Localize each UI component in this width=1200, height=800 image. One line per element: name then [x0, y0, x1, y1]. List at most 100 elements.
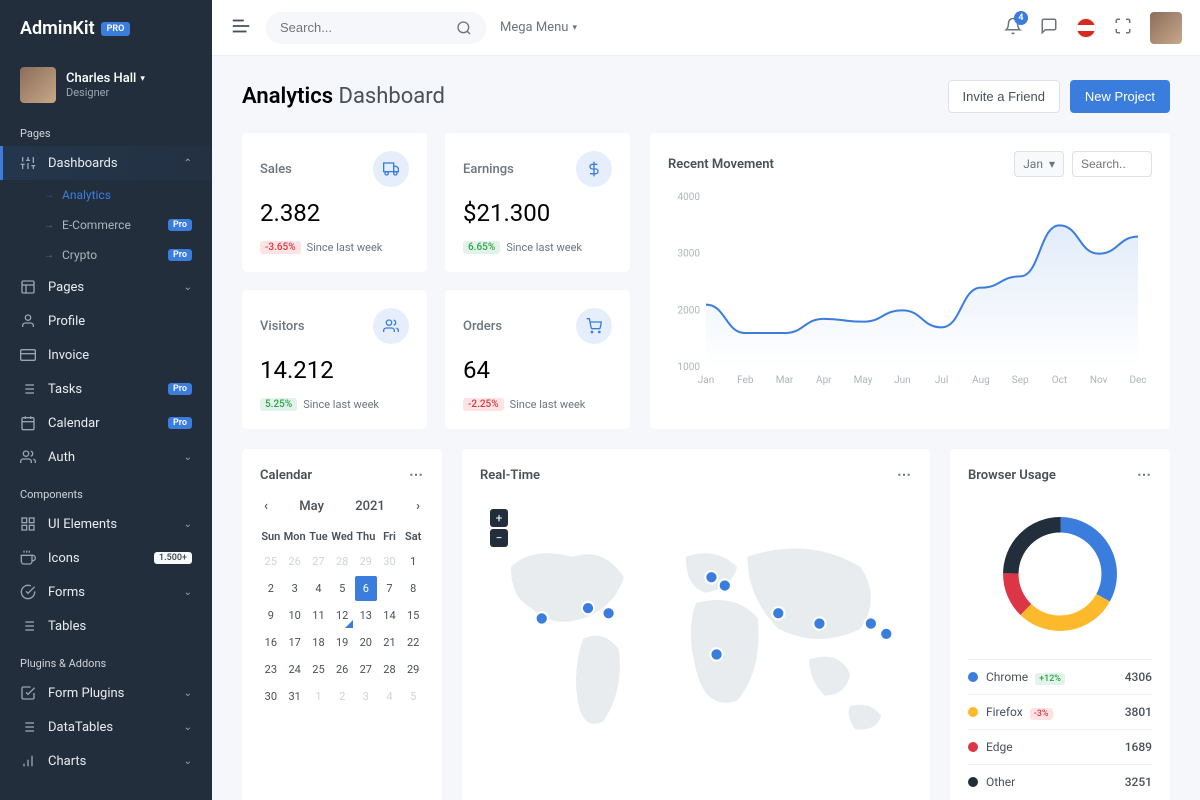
- invite-friend-button[interactable]: Invite a Friend: [948, 80, 1060, 113]
- user-block[interactable]: Charles Hall▾ Designer: [0, 57, 212, 113]
- cal-prev-button[interactable]: ‹: [264, 499, 268, 514]
- new-project-button[interactable]: New Project: [1070, 80, 1170, 113]
- sidebar-subitem-e-commerce[interactable]: →E-CommercePro: [0, 210, 212, 240]
- cal-day[interactable]: 17: [284, 630, 306, 655]
- cal-day[interactable]: 1: [402, 549, 424, 574]
- cal-next-button[interactable]: ›: [416, 499, 420, 514]
- cal-day[interactable]: 27: [308, 549, 330, 574]
- cal-day[interactable]: 31: [284, 684, 306, 709]
- svg-text:Feb: Feb: [737, 375, 754, 386]
- cal-day[interactable]: 30: [379, 549, 401, 574]
- profile-avatar[interactable]: [1150, 12, 1182, 44]
- cal-day[interactable]: 4: [308, 576, 330, 601]
- cal-day[interactable]: 18: [308, 630, 330, 655]
- count-badge: 1.500+: [154, 552, 192, 564]
- arrow-right-icon: →: [44, 190, 54, 201]
- cal-day[interactable]: 5: [402, 684, 424, 709]
- cal-day[interactable]: 5: [331, 576, 353, 601]
- user-role: Designer: [66, 86, 145, 99]
- visitors-stat-card: Visitors 14.212 5.25% Since last week: [242, 290, 427, 429]
- fullscreen-button[interactable]: [1114, 17, 1132, 39]
- zoom-out-button[interactable]: −: [490, 529, 508, 547]
- sidebar-item-ui-elements[interactable]: UI Elements ⌄: [0, 507, 212, 541]
- sidebar-item-form-plugins[interactable]: Form Plugins ⌄: [0, 676, 212, 710]
- world-map[interactable]: [480, 499, 912, 779]
- cal-day[interactable]: 28: [331, 549, 353, 574]
- cal-day[interactable]: 13: [355, 603, 377, 628]
- svg-text:2000: 2000: [678, 305, 701, 316]
- cal-day[interactable]: 6: [355, 576, 377, 601]
- sidebar-item-datatables[interactable]: DataTables ⌄: [0, 710, 212, 744]
- sidebar-item-forms[interactable]: Forms ⌄: [0, 575, 212, 609]
- cal-day[interactable]: 29: [355, 549, 377, 574]
- sidebar-item-auth[interactable]: Auth ⌄: [0, 440, 212, 474]
- svg-text:Mar: Mar: [776, 375, 794, 386]
- cal-day[interactable]: 25: [260, 549, 282, 574]
- sidebar-item-icons[interactable]: Icons 1.500+: [0, 541, 212, 575]
- sidebar-item-charts[interactable]: Charts ⌄: [0, 744, 212, 778]
- cal-day[interactable]: 23: [260, 657, 282, 682]
- recent-movement-card: Recent Movement Jan▾ 4000300020001000Jan…: [650, 133, 1170, 429]
- cal-day[interactable]: 12: [331, 603, 353, 628]
- sidebar-item-tables[interactable]: Tables: [0, 609, 212, 643]
- messages-button[interactable]: [1040, 17, 1058, 39]
- zoom-in-button[interactable]: +: [490, 509, 508, 527]
- search-icon: [456, 20, 472, 36]
- cal-day[interactable]: 19: [331, 630, 353, 655]
- svg-text:Aug: Aug: [972, 375, 990, 386]
- cal-day[interactable]: 11: [308, 603, 330, 628]
- cal-day[interactable]: 14: [379, 603, 401, 628]
- sidebar-item-calendar[interactable]: Calendar Pro: [0, 406, 212, 440]
- notifications-button[interactable]: 4: [1004, 17, 1022, 39]
- cal-day[interactable]: 15: [402, 603, 424, 628]
- cal-day[interactable]: 24: [284, 657, 306, 682]
- chart-search-input[interactable]: [1072, 151, 1152, 177]
- more-button[interactable]: ⋯: [1137, 467, 1152, 483]
- sidebar-item-pages[interactable]: Pages ⌄: [0, 270, 212, 304]
- cal-day[interactable]: 20: [355, 630, 377, 655]
- search-input[interactable]: [280, 20, 456, 35]
- sidebar-item-dashboards[interactable]: Dashboards ⌃: [0, 146, 212, 180]
- language-button[interactable]: [1076, 18, 1096, 38]
- search-box[interactable]: [266, 12, 486, 44]
- cal-day[interactable]: 28: [379, 657, 401, 682]
- sidebar-subitem-crypto[interactable]: →CryptoPro: [0, 240, 212, 270]
- cal-day[interactable]: 2: [260, 576, 282, 601]
- cal-day[interactable]: 30: [260, 684, 282, 709]
- period-select[interactable]: Jan▾: [1014, 151, 1064, 177]
- mega-menu[interactable]: Mega Menu ▾: [500, 20, 577, 35]
- sidebar-item-label: Invoice: [48, 348, 89, 363]
- more-button[interactable]: ⋯: [897, 467, 912, 483]
- pro-badge: Pro: [168, 249, 192, 261]
- hamburger-button[interactable]: [230, 15, 252, 41]
- cal-day[interactable]: 26: [331, 657, 353, 682]
- sidebar-subitem-analytics[interactable]: →Analytics: [0, 180, 212, 210]
- cal-day[interactable]: 26: [284, 549, 306, 574]
- cal-day[interactable]: 1: [308, 684, 330, 709]
- cal-day[interactable]: 9: [260, 603, 282, 628]
- more-button[interactable]: ⋯: [409, 467, 424, 483]
- brand[interactable]: AdminKit PRO: [0, 0, 212, 57]
- cal-day[interactable]: 10: [284, 603, 306, 628]
- cal-day[interactable]: 3: [284, 576, 306, 601]
- sidebar-item-label: Crypto: [62, 248, 97, 262]
- cal-day[interactable]: 8: [402, 576, 424, 601]
- cal-day[interactable]: 2: [331, 684, 353, 709]
- cal-day[interactable]: 16: [260, 630, 282, 655]
- cal-day[interactable]: 29: [402, 657, 424, 682]
- cal-day[interactable]: 22: [402, 630, 424, 655]
- pro-badge: Pro: [168, 383, 192, 395]
- sidebar-item-invoice[interactable]: Invoice: [0, 338, 212, 372]
- cal-day[interactable]: 27: [355, 657, 377, 682]
- cal-day[interactable]: 4: [379, 684, 401, 709]
- cal-day[interactable]: 25: [308, 657, 330, 682]
- sidebar-item-tasks[interactable]: Tasks Pro: [0, 372, 212, 406]
- sidebar-item-profile[interactable]: Profile: [0, 304, 212, 338]
- line-chart: 4000300020001000JanFebMarAprMayJunJulAug…: [668, 187, 1148, 387]
- chevron-down-icon: ▾: [1049, 157, 1055, 171]
- cal-day[interactable]: 3: [355, 684, 377, 709]
- cal-day[interactable]: 7: [379, 576, 401, 601]
- cal-day[interactable]: 21: [379, 630, 401, 655]
- stat-delta: 6.65%: [463, 241, 500, 254]
- avatar: [20, 67, 56, 103]
